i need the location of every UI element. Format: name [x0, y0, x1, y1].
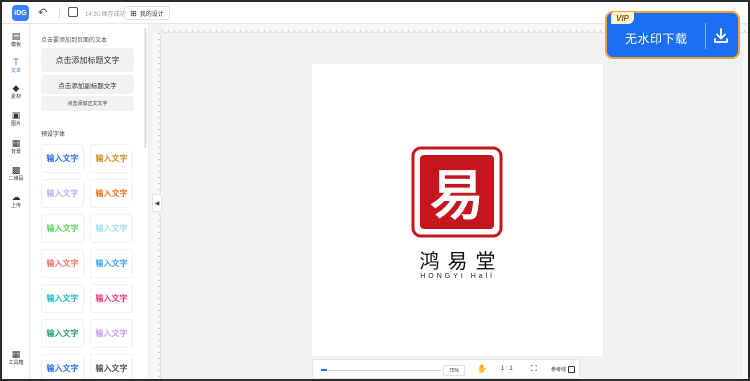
rail-item-image[interactable]: ▣ 图片 — [2, 107, 30, 131]
preset-font-2[interactable]: 输入文字 — [90, 144, 133, 173]
divider — [705, 23, 706, 49]
toolbox-icon: ▦ — [11, 349, 21, 359]
undo-icon[interactable]: ↶ — [38, 6, 47, 19]
zoom-slider[interactable] — [321, 369, 441, 371]
design-canvas[interactable]: 易 鸿易堂 HONGYI Hall — [312, 64, 603, 356]
background-icon: ▦ — [11, 138, 21, 148]
left-rail: ▤ 模板 T 文本 ◆ 素材 ▣ 图片 ▦ 背景 ▩ 二维码 ☁ 上传 ▦ 工具 — [2, 24, 30, 379]
preset-font-14[interactable]: 输入文字 — [90, 354, 133, 379]
rail-label: 图片 — [10, 121, 21, 127]
zoom-value[interactable]: 75% — [443, 365, 465, 376]
rail-label: 背景 — [10, 149, 21, 155]
rail-item-toolbox[interactable]: ▦ 工具箱 — [2, 346, 30, 370]
preset-font-5[interactable]: 输入文字 — [41, 214, 84, 243]
brand-english-name[interactable]: HONGYI Hall — [312, 273, 603, 280]
app-window: iDG ↶ 14:30 保存成功 ⊞ 我的设计 ▤ 模板 T 文本 ◆ 素材 ▣… — [0, 0, 750, 381]
ratio-button[interactable]: 1 : 1 — [501, 366, 513, 372]
rail-label: 素材 — [10, 94, 21, 100]
preset-font-3[interactable]: 输入文字 — [41, 179, 84, 208]
qrcode-icon: ▩ — [11, 165, 21, 175]
chevron-left-icon: ◀ — [154, 200, 160, 207]
rail-label: 工具箱 — [8, 360, 24, 366]
rail-item-text[interactable]: T 文本 — [2, 54, 30, 78]
my-design-button[interactable]: ⊞ 我的设计 — [124, 6, 170, 20]
template-icon: ▤ — [11, 31, 21, 41]
preset-font-9[interactable]: 输入文字 — [41, 284, 84, 313]
rail-label: 二维码 — [8, 176, 24, 182]
seal-character: 易 — [430, 163, 484, 227]
image-icon: ▣ — [11, 110, 21, 120]
rail-item-upload[interactable]: ☁ 上传 — [2, 189, 30, 213]
my-design-label: 我的设计 — [139, 11, 164, 18]
add-body-button[interactable]: 点击添加正文文字 — [41, 96, 134, 111]
ruler-vertical — [152, 33, 161, 193]
panel-scrollbar[interactable] — [144, 28, 147, 148]
vip-download-label: 无水印下载 — [625, 32, 688, 46]
collapse-panel-button[interactable]: ◀ — [152, 194, 162, 212]
preset-grid: 输入文字 输入文字 输入文字 输入文字 输入文字 输入文字 输入文字 输入文字 输入文字 输入文字… — [41, 144, 135, 379]
guides-button[interactable]: 参考线 — [551, 366, 576, 373]
preset-font-13[interactable]: 输入文字 — [41, 354, 84, 379]
zoom-slider-fill — [321, 369, 327, 371]
save-icon[interactable] — [68, 7, 78, 17]
preset-font-7[interactable]: 输入文字 — [41, 249, 84, 278]
add-subtitle-button[interactable]: 点击添加副标题文字 — [41, 75, 134, 94]
upload-icon: ☁ — [11, 192, 21, 202]
rail-label: 模板 — [10, 42, 21, 48]
bottom-toolbar: 75% ✋ 1 : 1 ⛶ 参考线 — [312, 359, 580, 379]
ruler-vertical-lower — [152, 214, 161, 379]
grid-icon: ⊞ — [130, 8, 137, 18]
seal-logo[interactable]: 易 — [410, 145, 504, 239]
vip-badge: VIP — [611, 12, 634, 24]
text-icon: T — [13, 57, 19, 67]
preset-font-11[interactable]: 输入文字 — [41, 319, 84, 348]
canvas-scrollbar[interactable] — [743, 33, 747, 379]
add-title-button[interactable]: 点击添加标题文字 — [41, 48, 134, 72]
preset-font-4[interactable]: 输入文字 — [90, 179, 133, 208]
preset-font-1[interactable]: 输入文字 — [41, 144, 84, 173]
save-status: 14:30 保存成功 — [85, 12, 126, 18]
preset-font-12[interactable]: 输入文字 — [90, 319, 133, 348]
preset-font-10[interactable]: 输入文字 — [90, 284, 133, 313]
rail-item-background[interactable]: ▦ 背景 — [2, 135, 30, 159]
vip-download-button[interactable]: VIP 无水印下载 — [605, 11, 740, 59]
guides-icon — [568, 366, 576, 373]
fit-screen-icon[interactable]: ⛶ — [531, 364, 537, 374]
preset-fonts-heading: 预设字体 — [41, 132, 66, 138]
rail-label: 文本 — [10, 68, 21, 74]
guides-label: 参考线 — [551, 367, 567, 373]
download-icon[interactable] — [711, 26, 731, 46]
rail-label: 上传 — [10, 203, 21, 209]
text-panel: 点击要添加到页面的文本 点击添加标题文字 点击添加副标题文字 点击添加正文文字 … — [31, 24, 149, 379]
rail-item-material[interactable]: ◆ 素材 — [2, 80, 30, 104]
panel-hint: 点击要添加到页面的文本 — [41, 38, 108, 44]
rail-item-qrcode[interactable]: ▩ 二维码 — [2, 162, 30, 186]
hand-icon[interactable]: ✋ — [477, 364, 487, 373]
preset-font-6[interactable]: 输入文字 — [90, 214, 133, 243]
app-logo[interactable]: iDG — [12, 5, 29, 21]
rail-item-template[interactable]: ▤ 模板 — [2, 28, 30, 52]
divider — [59, 7, 60, 19]
material-icon: ◆ — [12, 83, 20, 93]
brand-name[interactable]: 鸿易堂 — [312, 245, 603, 274]
preset-font-8[interactable]: 输入文字 — [90, 249, 133, 278]
